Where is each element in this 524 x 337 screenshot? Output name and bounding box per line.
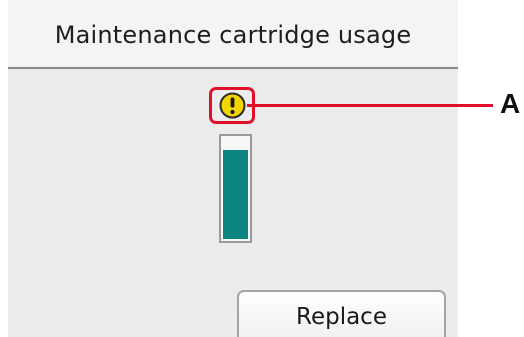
screen-title: Maintenance cartridge usage [54,21,412,49]
exclamation-warning-icon [219,92,245,119]
replace-button[interactable]: Replace [237,290,446,337]
cartridge-usage-fill [223,150,248,239]
callout-leader-line [247,104,493,107]
replace-button-label: Replace [296,303,387,330]
cartridge-usage-gauge [219,134,252,243]
callout-label: A [500,88,521,119]
screen-header: Maintenance cartridge usage [8,0,458,66]
header-divider [8,67,458,69]
printer-screen: Maintenance cartridge usage Replace [8,0,458,337]
